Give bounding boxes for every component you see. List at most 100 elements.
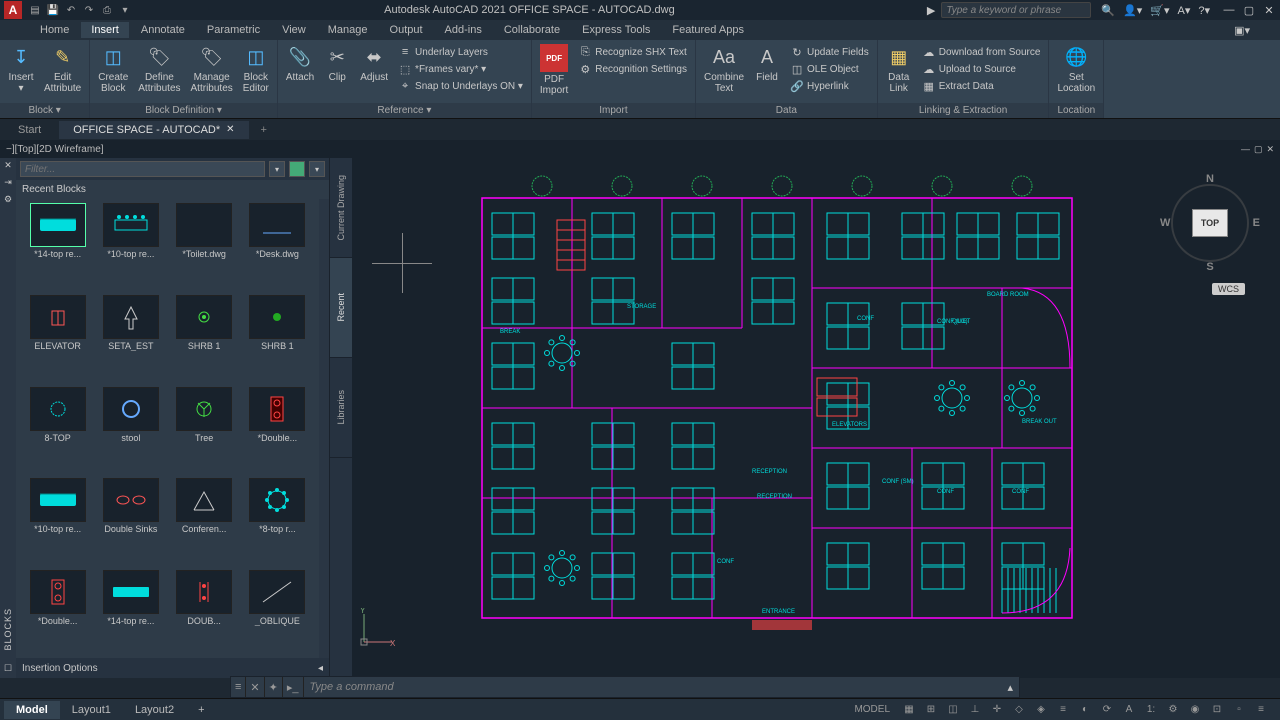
ribbon-snap-to-underlays-on-button[interactable]: ⌖Snap to Underlays ON ▾ [396, 78, 525, 94]
view-cube[interactable]: TOP NSEW [1160, 173, 1260, 273]
status-units-icon[interactable]: ⊡ [1208, 702, 1226, 718]
block-item[interactable]: Double Sinks [95, 476, 166, 564]
block-item[interactable]: Conferen... [169, 476, 240, 564]
status-monitor-icon[interactable]: ◉ [1186, 702, 1204, 718]
block-item[interactable]: *Toilet.dwg [169, 201, 240, 289]
ribbon-data-link-button[interactable]: ▦Data Link [882, 42, 916, 96]
file-tab-start[interactable]: Start [4, 121, 55, 139]
block-item[interactable]: Tree [169, 385, 240, 473]
block-item[interactable]: DOUB... [169, 568, 240, 656]
panel-gear-icon[interactable]: ⚙ [4, 194, 12, 205]
ribbon-combine-text-button[interactable]: AaCombine Text [700, 42, 748, 96]
maximize-button[interactable]: ▢ [1242, 4, 1256, 17]
ribbon-download-from-source-button[interactable]: ☁Download from Source [920, 44, 1043, 60]
layout-tab-layout2[interactable]: Layout2 [123, 701, 186, 719]
status-grid-icon[interactable]: ▦ [900, 702, 918, 718]
block-item[interactable]: ELEVATOR [22, 293, 93, 381]
close-button[interactable]: ✕ [1262, 4, 1276, 17]
insertion-options-toggle[interactable]: Insertion Options ◂ [16, 658, 329, 678]
cmd-history-icon[interactable]: ≡ [231, 677, 246, 697]
ribbon-ole-object-button[interactable]: ◫OLE Object [788, 61, 871, 77]
ribbon-attach-button[interactable]: 📎Attach [282, 42, 318, 85]
qat-redo-icon[interactable]: ↷ [82, 3, 96, 17]
ribbon-define-attributes-button[interactable]: 🏷Define Attributes [134, 42, 184, 96]
ribbon-tab-featured-apps[interactable]: Featured Apps [662, 22, 754, 38]
help-search-input[interactable]: Type a keyword or phrase [941, 2, 1091, 18]
status-annotation-icon[interactable]: A [1120, 702, 1138, 718]
ribbon-tab-parametric[interactable]: Parametric [197, 22, 270, 38]
cmd-expand-icon[interactable]: ▴ [1001, 681, 1019, 694]
ribbon-pdf-import-button[interactable]: PDFPDF Import [536, 42, 572, 98]
qat-print-icon[interactable]: ⎙ [100, 3, 114, 17]
ribbon-panel-title[interactable]: Linking & Extraction [878, 103, 1049, 118]
ribbon-tab-home[interactable]: Home [30, 22, 79, 38]
block-item[interactable]: *Double... [242, 385, 313, 473]
ribbon-collapse-icon[interactable]: ▣▾ [1234, 24, 1250, 37]
ribbon-update-fields-button[interactable]: ↻Update Fields [788, 44, 871, 60]
viewport-minimize-icon[interactable]: — [1241, 144, 1250, 155]
command-input[interactable]: Type a command [304, 681, 1002, 693]
ribbon-panel-title[interactable]: Block Definition ▾ [90, 103, 277, 118]
ribbon-field-button[interactable]: AField [750, 42, 784, 85]
view-toggle-button[interactable] [289, 161, 305, 177]
cmd-close-icon[interactable]: ✕ [246, 677, 264, 697]
ribbon-tab-view[interactable]: View [272, 22, 316, 38]
block-item[interactable]: *Double... [22, 568, 93, 656]
wcs-label[interactable]: WCS [1212, 283, 1245, 295]
status-transparency-icon[interactable]: ◐ [1076, 702, 1094, 718]
ribbon-recognition-settings-button[interactable]: ⚙Recognition Settings [576, 61, 689, 77]
block-item[interactable]: *14-top re... [22, 201, 93, 289]
ribbon-insert-button[interactable]: ↧Insert ▾ [4, 42, 38, 96]
panel-misc-icon[interactable]: ☐ [4, 663, 12, 674]
ribbon-extract-data-button[interactable]: ▦Extract Data [920, 78, 1043, 94]
ribbon-panel-title[interactable]: Location [1049, 103, 1103, 118]
share-icon[interactable]: ▶ [927, 4, 935, 17]
status-workspace-icon[interactable]: ⚙ [1164, 702, 1182, 718]
block-item[interactable]: *10-top re... [95, 201, 166, 289]
ribbon-hyperlink-button[interactable]: 🔗Hyperlink [788, 78, 871, 94]
status-lineweight-icon[interactable]: ≡ [1054, 702, 1072, 718]
ribbon-tab-annotate[interactable]: Annotate [131, 22, 195, 38]
block-item[interactable]: *10-top re... [22, 476, 93, 564]
block-item[interactable]: *Desk.dwg [242, 201, 313, 289]
add-layout-button[interactable]: + [186, 701, 216, 719]
status-clean-icon[interactable]: ▫ [1230, 702, 1248, 718]
help-icon[interactable]: ?▾ [1198, 4, 1210, 17]
layout-tab-layout1[interactable]: Layout1 [60, 701, 123, 719]
panel-pin-icon[interactable]: ⇥ [4, 177, 12, 188]
status-snap-icon[interactable]: ⊞ [922, 702, 940, 718]
status-ortho-icon[interactable]: ⊥ [966, 702, 984, 718]
blocks-sidetab-current-drawing[interactable]: Current Drawing [330, 158, 352, 258]
status-polar-icon[interactable]: ✛ [988, 702, 1006, 718]
ribbon-upload-to-source-button[interactable]: ☁Upload to Source [920, 61, 1043, 77]
ribbon-tab-insert[interactable]: Insert [81, 22, 129, 38]
block-item[interactable]: *14-top re... [95, 568, 166, 656]
blocks-sidetab-recent[interactable]: Recent [330, 258, 352, 358]
minimize-button[interactable]: — [1222, 4, 1236, 17]
view-options-icon[interactable]: ▾ [309, 161, 325, 177]
block-item[interactable]: SHRB 1 [242, 293, 313, 381]
blocks-scrollbar[interactable] [319, 199, 329, 658]
ribbon-panel-title[interactable]: Block ▾ [0, 103, 89, 118]
qat-undo-icon[interactable]: ↶ [64, 3, 78, 17]
ribbon-block-editor-button[interactable]: ◫Block Editor [239, 42, 273, 96]
qat-more-icon[interactable]: ▾ [118, 3, 132, 17]
file-tab-document[interactable]: OFFICE SPACE - AUTOCAD* ✕ [59, 121, 248, 139]
ribbon-edit-attribute-button[interactable]: ✎Edit Attribute [40, 42, 85, 96]
status-cycling-icon[interactable]: ⟳ [1098, 702, 1116, 718]
blocks-filter-input[interactable] [20, 161, 265, 177]
cart-icon[interactable]: 🛒▾ [1150, 4, 1169, 17]
ribbon-panel-title[interactable]: Reference ▾ [278, 103, 531, 118]
qat-open-icon[interactable]: ▤ [28, 3, 42, 17]
ribbon-adjust-button[interactable]: ⬌Adjust [356, 42, 392, 85]
filter-dropdown-icon[interactable]: ▾ [269, 161, 285, 177]
ribbon-underlay-layers-button[interactable]: ≡Underlay Layers [396, 44, 525, 60]
ribbon-create-block-button[interactable]: ◫Create Block [94, 42, 132, 96]
command-line[interactable]: ≡ ✕ ✦ ▸_ Type a command ▴ [230, 676, 1020, 698]
ribbon-tab-manage[interactable]: Manage [318, 22, 378, 38]
ribbon-recognize-shx-text-button[interactable]: ⎘Recognize SHX Text [576, 44, 689, 60]
signin-icon[interactable]: 👤▾ [1123, 4, 1142, 17]
search-icon[interactable]: 🔍 [1101, 4, 1115, 17]
viewport-label[interactable]: −][Top][2D Wireframe] [6, 144, 104, 155]
layout-tab-model[interactable]: Model [4, 701, 60, 719]
